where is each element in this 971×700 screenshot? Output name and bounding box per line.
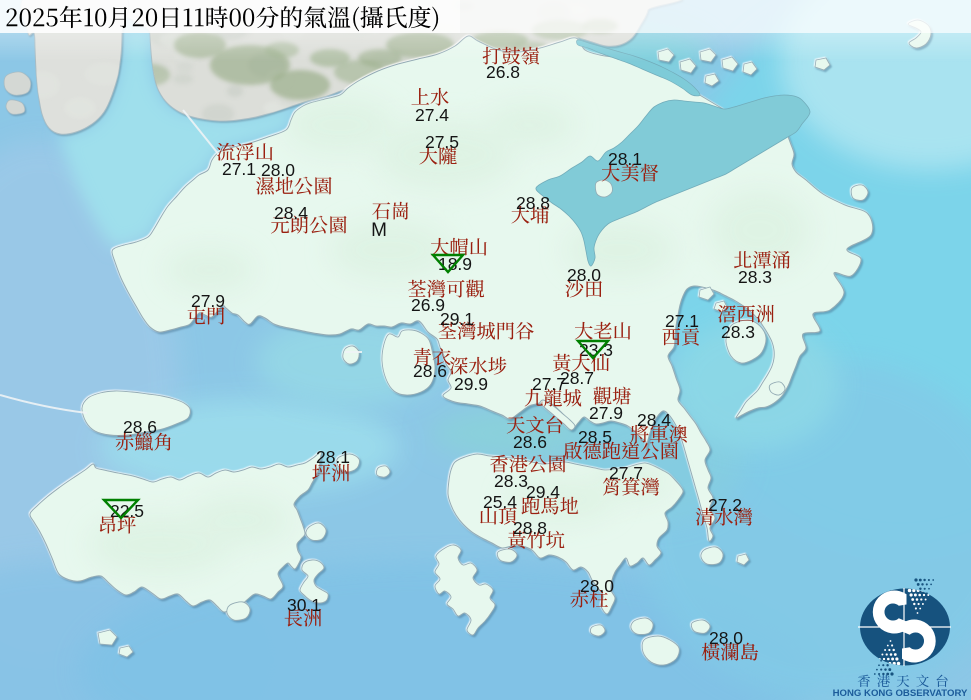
svg-text:28.1: 28.1 <box>608 149 642 169</box>
svg-text:28.3: 28.3 <box>494 471 528 491</box>
svg-text:28.6: 28.6 <box>513 432 547 452</box>
svg-text:27.4: 27.4 <box>415 105 449 125</box>
svg-text:29.1: 29.1 <box>440 309 474 329</box>
svg-text:27.2: 27.2 <box>708 495 742 515</box>
svg-text:27.1: 27.1 <box>665 311 699 331</box>
svg-text:28.5: 28.5 <box>578 427 612 447</box>
svg-text:27.5: 27.5 <box>425 132 459 152</box>
svg-text:27.7: 27.7 <box>609 463 643 483</box>
svg-text:27.9: 27.9 <box>191 291 225 311</box>
svg-text:28.3: 28.3 <box>738 267 772 287</box>
svg-text:28.4: 28.4 <box>274 203 308 223</box>
svg-text:28.8: 28.8 <box>516 193 550 213</box>
svg-text:28.0: 28.0 <box>261 160 295 180</box>
svg-text:28.0: 28.0 <box>580 576 614 596</box>
svg-text:28.0: 28.0 <box>567 265 601 285</box>
svg-text:25.4: 25.4 <box>483 492 517 512</box>
svg-text:29.4: 29.4 <box>526 482 560 502</box>
svg-text:27.7: 27.7 <box>532 374 566 394</box>
svg-text:29.9: 29.9 <box>454 374 488 394</box>
svg-text:HONG KONG OBSERVATORY: HONG KONG OBSERVATORY <box>833 688 968 699</box>
svg-text:26.8: 26.8 <box>486 62 520 82</box>
svg-text:30.1: 30.1 <box>287 595 321 615</box>
svg-text:28.3: 28.3 <box>721 322 755 342</box>
svg-text:M: M <box>371 220 387 241</box>
svg-text:23.3: 23.3 <box>579 340 613 360</box>
svg-text:27.1: 27.1 <box>222 159 256 179</box>
svg-text:28.6: 28.6 <box>413 361 447 381</box>
svg-text:28.1: 28.1 <box>316 447 350 467</box>
svg-text:28.0: 28.0 <box>709 628 743 648</box>
svg-text:27.9: 27.9 <box>589 403 623 423</box>
svg-text:28.8: 28.8 <box>513 518 547 538</box>
svg-text:28.6: 28.6 <box>123 417 157 437</box>
svg-text:28.4: 28.4 <box>637 410 671 430</box>
